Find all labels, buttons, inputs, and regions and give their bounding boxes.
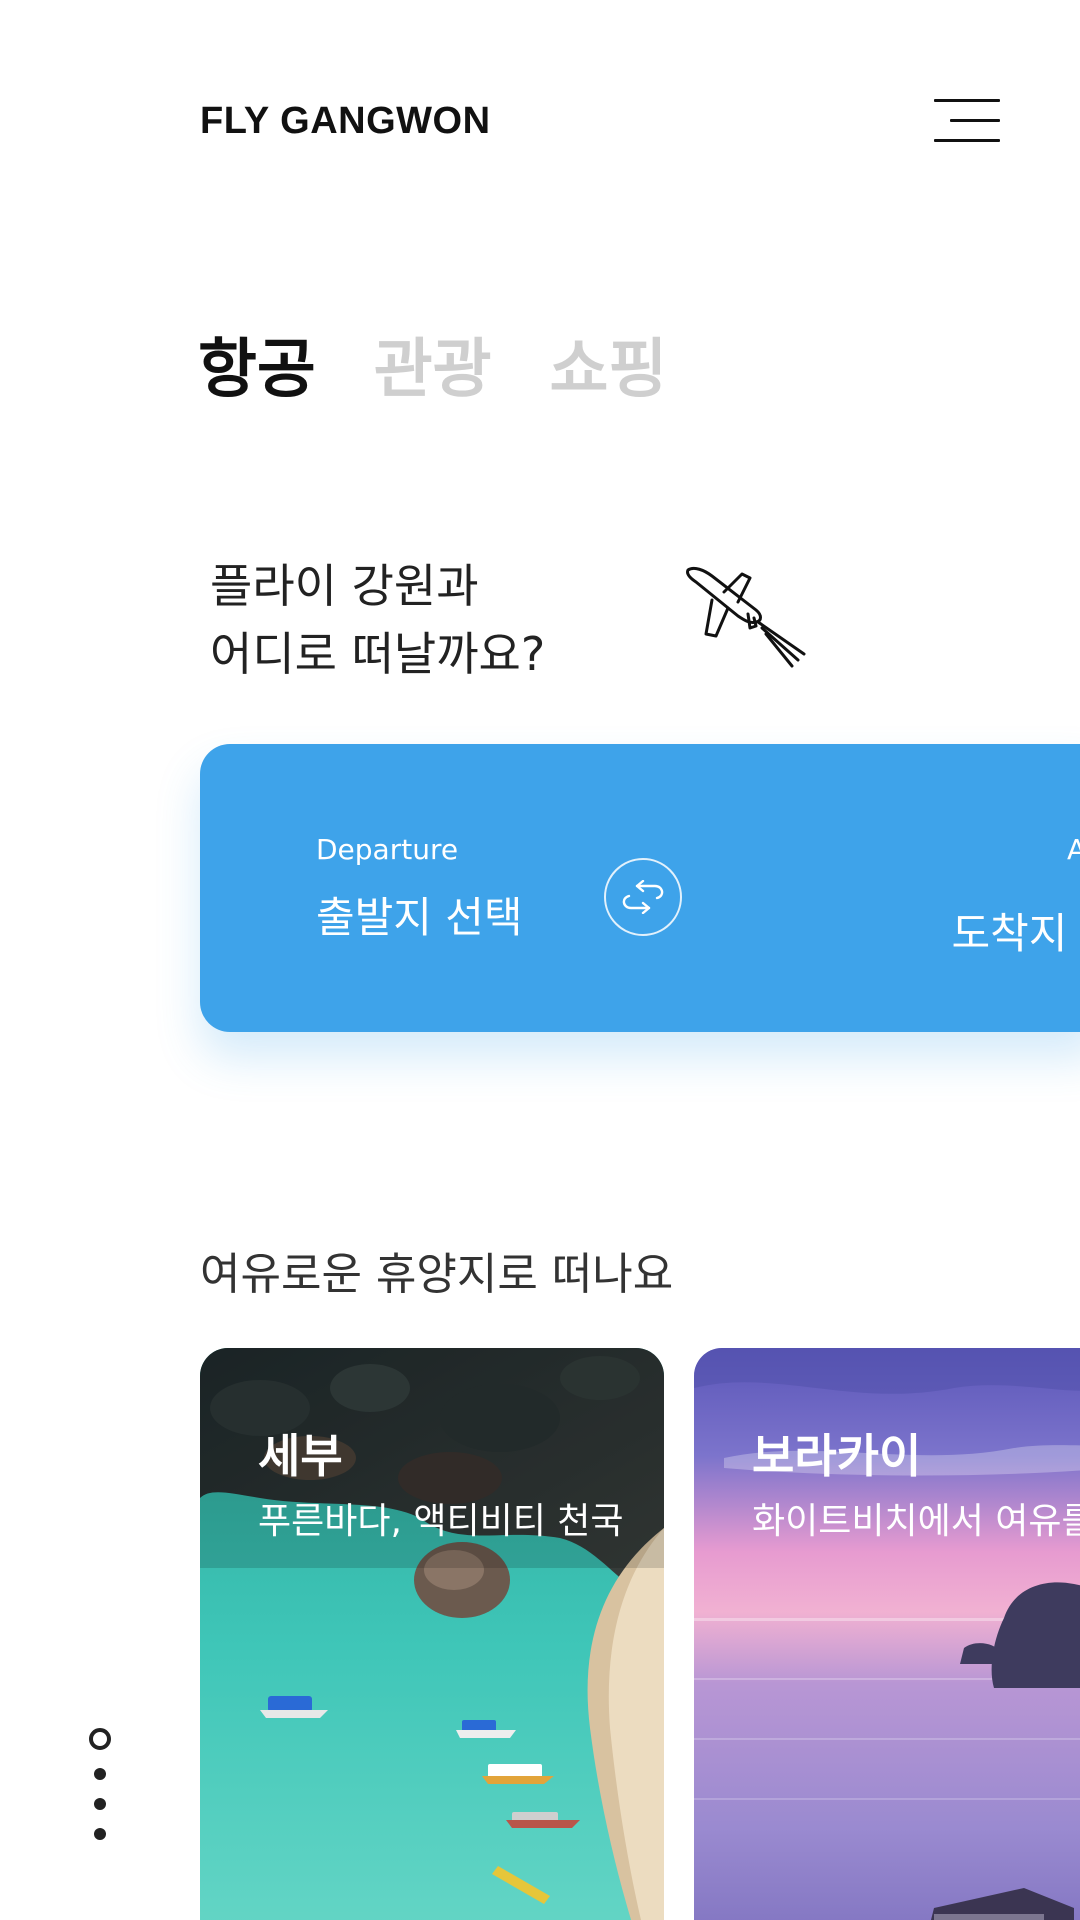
destination-card-cebu[interactable]: 세부 푸른바다, 액티비티 천국 [200,1348,664,1920]
pagination-dot[interactable] [94,1798,106,1810]
headline-line-2: 어디로 떠날까요? [210,627,546,681]
destination-card-boracay[interactable]: 보라카이 화이트비치에서 여유를 [694,1348,1080,1920]
destination-name: 세부 [258,1429,343,1483]
swap-route-icon [622,880,664,914]
brand-logo[interactable]: FLY GANGWON [200,100,491,143]
destination-desc: 화이트비치에서 여유를 [752,1501,1080,1542]
departure-value: 출발지 선택 [316,893,523,942]
tab-shopping[interactable]: 쇼핑 [550,338,668,402]
menu-button[interactable] [930,95,1002,147]
destination-name: 보라카이 [752,1429,922,1483]
hamburger-line [950,119,1000,122]
headline-line-1: 플라이 강원과 [210,559,479,613]
tab-flight[interactable]: 항공 [198,338,316,402]
pagination-dot[interactable] [94,1828,106,1840]
arrival-value: 도착지 선택 [951,909,1080,958]
pagination-dot-active[interactable] [89,1728,111,1750]
departure-label: Departure [316,833,459,866]
hamburger-line [934,139,1000,142]
arrival-label: Arrival [1067,833,1080,866]
airplane-icon [686,566,806,668]
swap-route-button[interactable] [604,858,682,936]
hamburger-menu-icon [934,99,1000,102]
category-tabs: 항공 관광 쇼핑 [198,338,667,402]
tab-tour[interactable]: 관광 [374,338,492,402]
departure-selector[interactable]: Departure 출발지 선택 [316,832,523,945]
flight-search-card: Departure 출발지 선택 Arrival 도착지 선택 [200,744,1080,1032]
pagination-dot[interactable] [94,1768,106,1780]
pagination [88,1728,112,1858]
page: FLY GANGWON 항공 관광 쇼핑 플라이 강원과 어디로 떠날까요? D… [0,0,1080,1920]
headline: 플라이 강원과 어디로 떠날까요? [210,552,545,688]
section-title: 여유로운 휴양지로 떠나요 [200,1249,674,1300]
destination-desc: 푸른바다, 액티비티 천국 [258,1501,624,1542]
